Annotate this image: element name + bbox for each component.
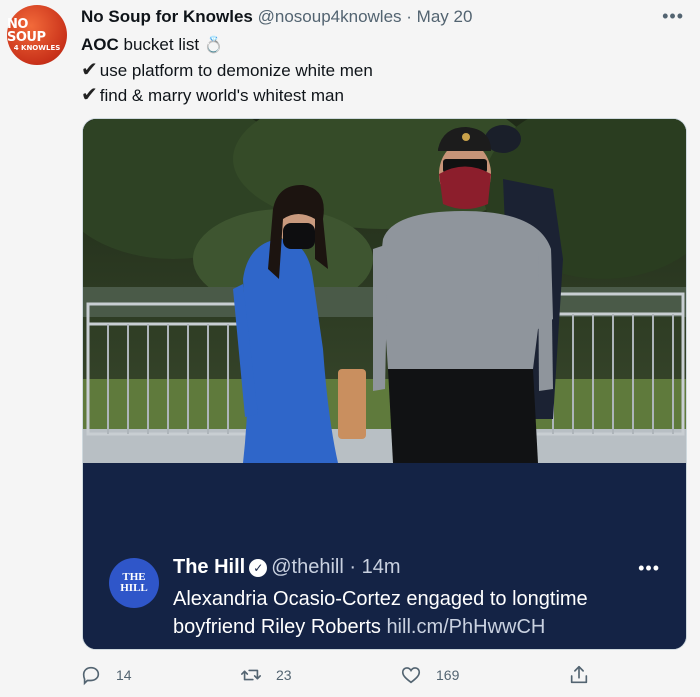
avatar[interactable]: NO SOUP 4 KNOWLES xyxy=(7,5,67,65)
checkmark-icon: ✔ xyxy=(81,84,98,106)
quoted-tweet-text: Alexandria Ocasio-Cortez engaged to long… xyxy=(173,585,673,641)
avatar-line1: NO SOUP xyxy=(7,16,46,45)
quoted-tweet-time[interactable]: 14m xyxy=(362,556,401,578)
quoted-more-options-icon[interactable]: ••• xyxy=(638,558,660,579)
avatar-line2: 4 KNOWLES xyxy=(13,43,61,52)
the-hill-avatar-line2: HILL xyxy=(120,582,148,594)
quoted-tweet-link[interactable]: hill.cm/PhHwwCH xyxy=(386,616,545,638)
quoted-tweet[interactable]: THE HILL The Hill ✓ @thehill · 14m ••• Ale… xyxy=(83,463,686,649)
tweet-header: No Soup for Knowles @nosoup4knowles · Ma… xyxy=(81,7,472,27)
reply-count: 14 xyxy=(116,667,132,683)
tweet-actions: 14 23 169 xyxy=(80,664,600,690)
quoted-tweet-header: The Hill ✓ @thehill · 14m xyxy=(173,556,401,579)
quoted-author-name[interactable]: The Hill xyxy=(173,556,245,578)
reply-button[interactable]: 14 xyxy=(80,664,132,686)
news-photo[interactable] xyxy=(83,119,687,463)
reply-icon xyxy=(82,666,100,686)
like-icon xyxy=(401,667,421,684)
retweet-button[interactable]: 23 xyxy=(240,664,292,686)
like-count: 169 xyxy=(436,667,460,683)
share-button[interactable] xyxy=(568,664,604,686)
author-name[interactable]: No Soup for Knowles xyxy=(81,7,253,26)
tweet-text: AOC bucket list 💍 ✔ use platform to demon… xyxy=(81,33,373,108)
the-hill-avatar[interactable]: THE HILL xyxy=(109,558,159,608)
retweet-count: 23 xyxy=(276,667,292,683)
more-options-icon[interactable]: ••• xyxy=(662,6,684,27)
separator: · xyxy=(349,556,357,578)
verified-badge-icon: ✓ xyxy=(249,559,268,577)
author-handle[interactable]: @nosoup4knowles xyxy=(258,7,402,26)
tweet-text-line2: use platform to demonize white men xyxy=(99,61,373,80)
tweet-text-bold: AOC xyxy=(81,35,119,54)
share-icon xyxy=(570,665,588,684)
tweet-text-line3: find & marry world's whitest man xyxy=(99,86,344,105)
quoted-tweet-card[interactable]: THE HILL The Hill ✓ @thehill · 14m ••• Ale… xyxy=(82,118,687,650)
ring-emoji-icon: 💍 xyxy=(203,37,224,54)
tweet-text-line1: bucket list xyxy=(118,35,204,54)
retweet-icon xyxy=(241,669,261,681)
quoted-author-handle[interactable]: @thehill xyxy=(271,556,344,578)
separator: · xyxy=(406,7,412,26)
like-button[interactable]: 169 xyxy=(400,664,459,686)
checkmark-icon: ✔ xyxy=(81,59,98,81)
tweet-date[interactable]: May 20 xyxy=(417,7,473,26)
